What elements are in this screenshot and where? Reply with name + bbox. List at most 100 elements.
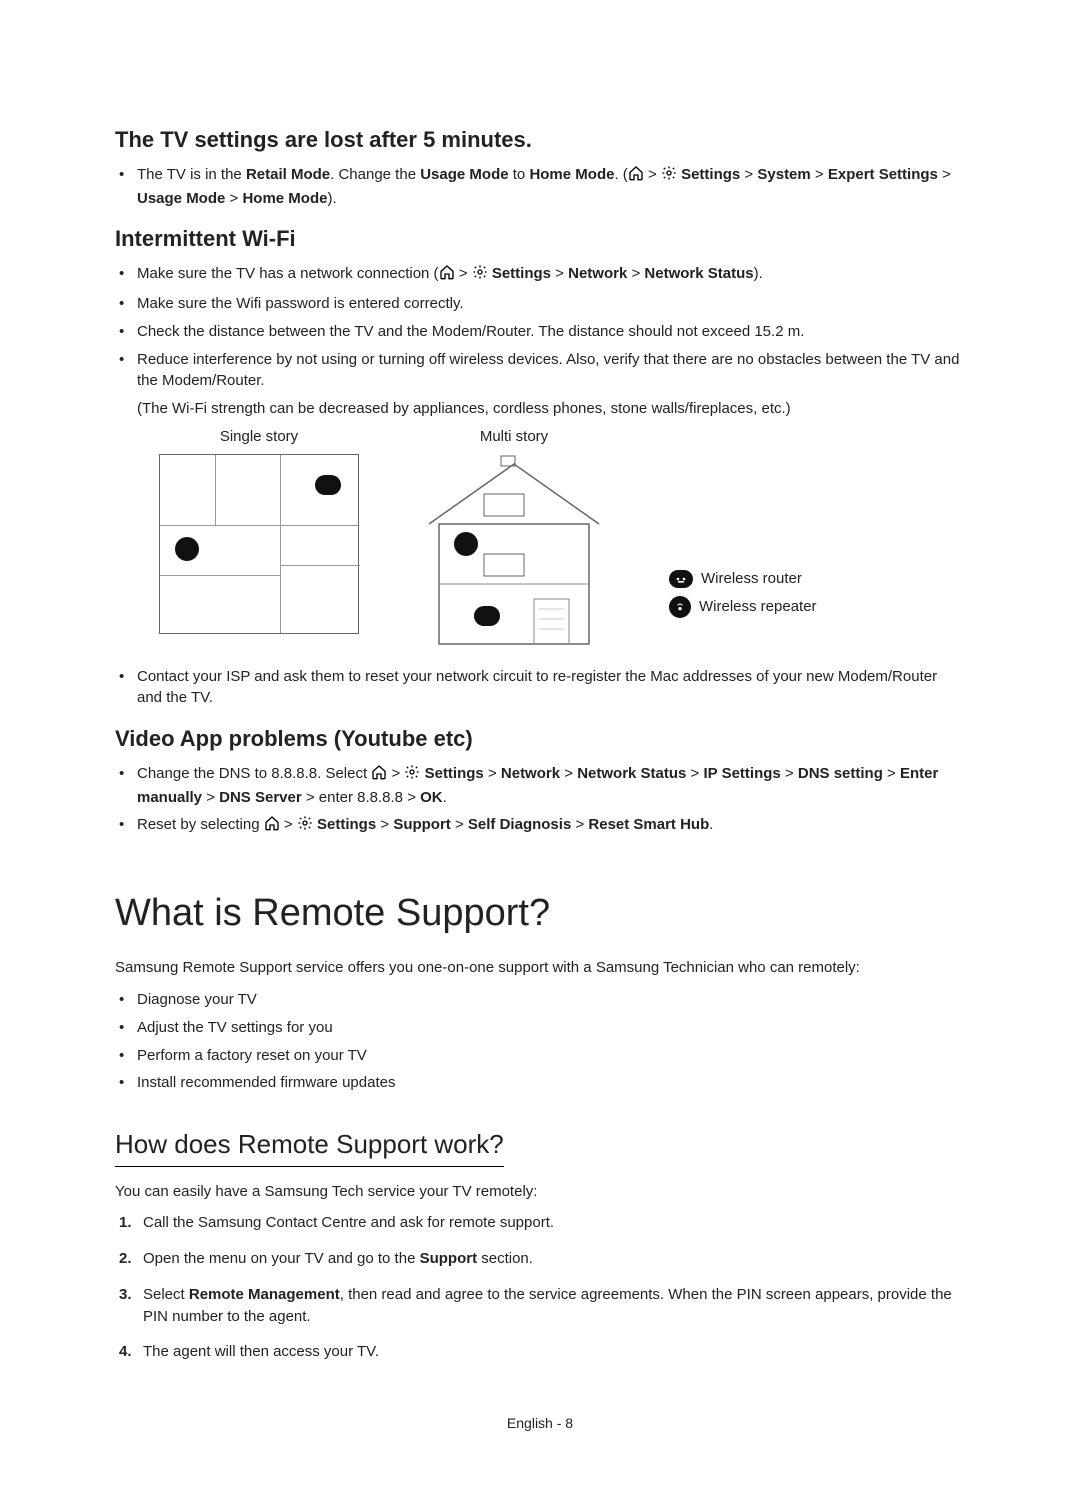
gear-icon xyxy=(661,165,677,188)
list-item: Perform a factory reset on your TV xyxy=(137,1045,965,1067)
house-illustration xyxy=(419,454,609,654)
list-item: Diagnose your TV xyxy=(137,989,965,1011)
text: > xyxy=(571,816,588,833)
step-item: Open the menu on your TV and go to the S… xyxy=(143,1248,965,1270)
text: > xyxy=(627,265,644,282)
bold-text: Retail Mode xyxy=(246,166,330,183)
text: ). xyxy=(754,265,763,282)
text: > xyxy=(451,816,468,833)
step-item: Select Remote Management, then read and … xyxy=(143,1284,965,1328)
text: to xyxy=(509,166,530,183)
heading-video-app: Video App problems (Youtube etc) xyxy=(115,723,965,755)
text: > xyxy=(883,765,900,782)
text: > xyxy=(280,816,297,833)
list-item: Make sure the TV has a network connectio… xyxy=(137,263,965,287)
diagram-single-story: Single story xyxy=(159,426,359,634)
text: > xyxy=(202,789,219,806)
path-segment: Settings xyxy=(492,265,551,282)
repeater-icon xyxy=(669,596,691,618)
text: > xyxy=(484,765,501,782)
legend-label: Wireless repeater xyxy=(699,596,817,618)
text: > xyxy=(938,166,951,183)
text: > xyxy=(644,166,661,183)
text: > xyxy=(455,265,472,282)
gear-icon xyxy=(297,815,313,838)
text: > xyxy=(551,265,568,282)
text: . xyxy=(709,816,713,833)
text: > xyxy=(225,190,242,207)
path-segment: Self Diagnosis xyxy=(468,816,571,833)
path-segment: IP Settings xyxy=(704,765,781,782)
home-icon xyxy=(439,264,455,287)
router-icon xyxy=(669,570,693,588)
repeater-dot-icon xyxy=(454,532,478,556)
text: > xyxy=(403,789,420,806)
list-item: Install recommended firmware updates xyxy=(137,1072,965,1094)
bold-text: Support xyxy=(420,1250,478,1267)
gear-icon xyxy=(472,264,488,287)
list-item: Contact your ISP and ask them to reset y… xyxy=(137,666,965,710)
heading-how-remote-support: How does Remote Support work? xyxy=(115,1126,504,1167)
diagram-legend: Wireless router Wireless repeater xyxy=(669,568,817,624)
path-segment: enter 8.8.8.8 xyxy=(319,789,403,806)
list-item: Reduce interference by not using or turn… xyxy=(137,349,965,654)
path-segment: Support xyxy=(393,816,451,833)
legend-label: Wireless router xyxy=(701,568,802,590)
list-item: The TV is in the Retail Mode. Change the… xyxy=(137,164,965,210)
text: > xyxy=(387,765,404,782)
text: ). xyxy=(327,190,336,207)
list-item: Check the distance between the TV and th… xyxy=(137,321,965,343)
text: > xyxy=(740,166,757,183)
path-segment: Settings xyxy=(317,816,376,833)
text: > xyxy=(686,765,703,782)
path-segment: Network xyxy=(568,265,627,282)
path-segment: DNS Server xyxy=(219,789,302,806)
text: Make sure the TV has a network connectio… xyxy=(137,265,439,282)
note-text: (The Wi-Fi strength can be decreased by … xyxy=(137,398,965,420)
text: Change the DNS to 8.8.8.8. Select xyxy=(137,765,371,782)
path-segment: Settings xyxy=(425,765,484,782)
intro-text: Samsung Remote Support service offers yo… xyxy=(115,957,965,979)
page-footer: English - 8 xyxy=(115,1413,965,1433)
step-item: Call the Samsung Contact Centre and ask … xyxy=(143,1212,965,1234)
path-segment: Expert Settings xyxy=(828,166,938,183)
text: > xyxy=(376,816,393,833)
path-segment: Reset Smart Hub xyxy=(588,816,709,833)
heading-tv-settings-lost: The TV settings are lost after 5 minutes… xyxy=(115,124,965,156)
text: . ( xyxy=(614,166,627,183)
router-dot-icon xyxy=(474,606,500,626)
text: . xyxy=(443,789,447,806)
text: . Change the xyxy=(330,166,420,183)
home-icon xyxy=(628,165,644,188)
text: Reduce interference by not using or turn… xyxy=(137,351,959,390)
floorplan-illustration xyxy=(159,454,359,634)
text: Open the menu on your TV and go to the xyxy=(143,1250,420,1267)
list-item: Change the DNS to 8.8.8.8. Select > Sett… xyxy=(137,763,965,809)
text: > xyxy=(811,166,828,183)
path-segment: Network xyxy=(501,765,560,782)
text: > xyxy=(302,789,319,806)
path-segment: Home Mode xyxy=(242,190,327,207)
step-item: The agent will then access your TV. xyxy=(143,1341,965,1363)
path-segment: Settings xyxy=(681,166,740,183)
text: Select xyxy=(143,1286,189,1303)
path-segment: OK xyxy=(420,789,443,806)
path-segment: Network Status xyxy=(577,765,686,782)
bold-text: Usage Mode xyxy=(420,166,508,183)
home-icon xyxy=(371,764,387,787)
intro-text: You can easily have a Samsung Tech servi… xyxy=(115,1181,965,1203)
diagram-label: Multi story xyxy=(419,426,609,448)
path-segment: Network Status xyxy=(644,265,753,282)
path-segment: Usage Mode xyxy=(137,190,225,207)
bold-text: Home Mode xyxy=(529,166,614,183)
repeater-dot-icon xyxy=(175,537,199,561)
list-item: Adjust the TV settings for you xyxy=(137,1017,965,1039)
text: Reset by selecting xyxy=(137,816,264,833)
path-segment: DNS setting xyxy=(798,765,883,782)
text: > xyxy=(560,765,577,782)
home-icon xyxy=(264,815,280,838)
text: section. xyxy=(477,1250,533,1267)
list-item: Make sure the Wifi password is entered c… xyxy=(137,293,965,315)
gear-icon xyxy=(404,764,420,787)
diagram-multi-story: Multi story xyxy=(419,426,609,654)
